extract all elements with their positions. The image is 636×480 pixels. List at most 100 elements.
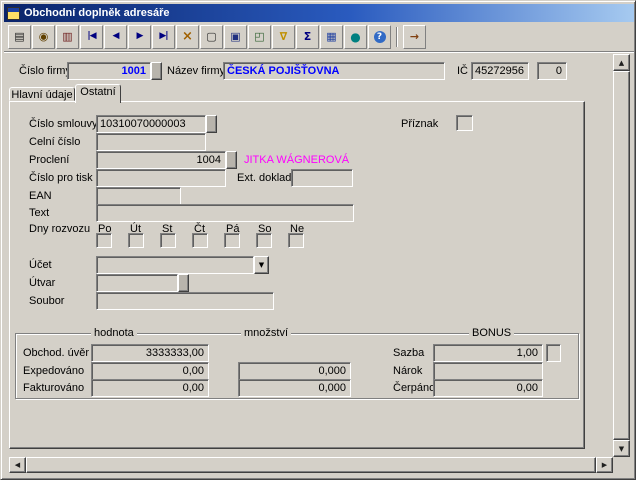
v-scroll-up-button[interactable]: ▲ bbox=[613, 54, 630, 71]
contract-number-lookup-button[interactable] bbox=[206, 115, 217, 133]
claim-label: Nárok bbox=[393, 365, 422, 377]
ic-suffix-field[interactable]: 0 bbox=[537, 62, 567, 80]
drawn-label: Čerpáno bbox=[393, 382, 435, 394]
delivery-day-checkbox-po[interactable] bbox=[96, 233, 112, 248]
file-value bbox=[97, 293, 273, 294]
arrow-right-icon: ▶ bbox=[602, 461, 607, 469]
delivery-day-checkbox-ne[interactable] bbox=[288, 233, 304, 248]
file-label: Soubor bbox=[29, 295, 64, 307]
claim-field[interactable] bbox=[433, 362, 543, 380]
h-scroll-left-button[interactable]: ◀ bbox=[9, 457, 26, 473]
tab-hlavni-udaje[interactable]: Hlavní údaje bbox=[9, 87, 75, 101]
toolbar-button-refresh[interactable]: ● bbox=[344, 25, 367, 49]
ic-field[interactable]: 45272956 bbox=[471, 62, 529, 80]
toolbar-button-help[interactable]: ? bbox=[368, 25, 391, 49]
ext-doc-field[interactable] bbox=[291, 169, 353, 187]
customs-number-field[interactable] bbox=[96, 133, 206, 151]
delivery-day-checkbox-ut[interactable] bbox=[128, 233, 144, 248]
invoiced-qty: 0,000 bbox=[239, 380, 350, 396]
invoiced-value-field[interactable]: 0,00 bbox=[91, 379, 209, 397]
refresh-icon: ● bbox=[350, 31, 360, 43]
invoiced-value: 0,00 bbox=[92, 380, 208, 396]
credit-label: Obchod. úvěr bbox=[23, 347, 89, 359]
view-icon: ◉ bbox=[39, 31, 49, 42]
toolbar-separator bbox=[396, 27, 398, 47]
company-name-value: ČESKÁ POJIŠŤOVNA bbox=[224, 63, 444, 79]
text-value bbox=[97, 205, 353, 206]
department-label: Útvar bbox=[29, 277, 55, 289]
toolbar-button-delete[interactable]: × bbox=[176, 25, 199, 49]
help-icon: ? bbox=[374, 31, 386, 43]
delivery-day-checkbox-ct[interactable] bbox=[192, 233, 208, 248]
print-number-field[interactable] bbox=[96, 169, 226, 187]
toolbar-button-next-record[interactable]: ▶ bbox=[128, 25, 151, 49]
account-dropdown-button[interactable]: ▼ bbox=[254, 256, 269, 274]
flag-checkbox[interactable] bbox=[456, 115, 473, 131]
company-name-label: Název firmy bbox=[167, 65, 225, 77]
paste-icon: ◰ bbox=[254, 31, 264, 42]
shipped-qty-field[interactable]: 0,000 bbox=[238, 362, 351, 380]
toolbar-button-sum[interactable]: Σ bbox=[296, 25, 319, 49]
tab-ostatni[interactable]: Ostatní bbox=[75, 84, 121, 103]
company-name-field[interactable]: ČESKÁ POJIŠŤOVNA bbox=[223, 62, 445, 80]
insert-icon: ▢ bbox=[206, 31, 216, 42]
customs-number-value bbox=[97, 134, 205, 135]
toolbar-button-view[interactable]: ◉ bbox=[32, 25, 55, 49]
column-header-hodnota: hodnota bbox=[91, 327, 137, 339]
exit-icon: → bbox=[410, 31, 419, 42]
shipped-value: 0,00 bbox=[92, 363, 208, 379]
text-field[interactable] bbox=[96, 204, 354, 222]
department-field[interactable] bbox=[96, 274, 178, 292]
company-number-label: Číslo firmy bbox=[19, 65, 71, 77]
shipped-value-field[interactable]: 0,00 bbox=[91, 362, 209, 380]
print-number-label: Číslo pro tisk bbox=[29, 172, 93, 184]
delete-icon: × bbox=[182, 30, 193, 43]
clearance-lookup-button[interactable] bbox=[226, 151, 237, 169]
title-bar[interactable]: Obchodní doplněk adresáře bbox=[4, 4, 634, 22]
h-scroll-right-button[interactable]: ▶ bbox=[596, 457, 613, 473]
credit-field[interactable]: 3333333,00 bbox=[91, 344, 209, 362]
ean-value bbox=[97, 188, 180, 189]
credit-value: 3333333,00 bbox=[92, 345, 208, 361]
toolbar-button-insert[interactable]: ▢ bbox=[200, 25, 223, 49]
toolbar-button-previous-record[interactable]: ◀ bbox=[104, 25, 127, 49]
claim-value bbox=[434, 363, 542, 364]
customs-number-label: Celní číslo bbox=[29, 136, 80, 148]
toolbar-button-filter[interactable]: ∇ bbox=[272, 25, 295, 49]
bonus-legend: BONUS bbox=[469, 327, 514, 339]
toolbar-button-last-record[interactable]: ▶| bbox=[152, 25, 175, 49]
file-field[interactable] bbox=[96, 292, 274, 310]
toolbar-button-paste[interactable]: ◰ bbox=[248, 25, 271, 49]
drawn-field[interactable]: 0,00 bbox=[433, 379, 543, 397]
h-scroll-thumb[interactable] bbox=[26, 457, 596, 473]
clearance-field[interactable]: 1004 bbox=[96, 151, 226, 169]
account-field[interactable] bbox=[96, 256, 254, 274]
company-number-lookup-button[interactable] bbox=[151, 62, 162, 80]
ic-label: IČ bbox=[457, 65, 468, 77]
toolbar-button-edit-card[interactable]: ▥ bbox=[56, 25, 79, 49]
last-record-icon: ▶| bbox=[159, 32, 167, 41]
toolbar: ▤ ◉ ▥ |◀ ◀ ▶ ▶| × ▢ ▣ ◰ ∇ Σ ▦ ● ? → bbox=[4, 22, 634, 51]
toolbar-button-calculator[interactable]: ▦ bbox=[320, 25, 343, 49]
toolbar-button-first-record[interactable]: |◀ bbox=[80, 25, 103, 49]
company-number-field[interactable]: 1001 bbox=[67, 62, 151, 80]
delivery-day-checkbox-st[interactable] bbox=[160, 233, 176, 248]
toolbar-button-copy[interactable]: ▣ bbox=[224, 25, 247, 49]
toolbar-button-exit[interactable]: → bbox=[403, 25, 426, 49]
ean-field[interactable] bbox=[96, 187, 181, 205]
delivery-day-checkbox-pa[interactable] bbox=[224, 233, 240, 248]
toolbar-button-list[interactable]: ▤ bbox=[8, 25, 31, 49]
contract-number-value: 10310070000003 bbox=[97, 116, 205, 132]
arrow-up-icon: ▲ bbox=[619, 59, 624, 67]
v-scroll-down-button[interactable]: ▼ bbox=[613, 440, 630, 457]
rate-field[interactable]: 1,00 bbox=[433, 344, 543, 362]
delivery-day-checkbox-so[interactable] bbox=[256, 233, 272, 248]
rate-unit-box[interactable] bbox=[546, 344, 561, 362]
v-scroll-thumb[interactable] bbox=[613, 71, 630, 440]
contract-number-field[interactable]: 10310070000003 bbox=[96, 115, 206, 133]
department-lookup-button[interactable] bbox=[178, 274, 189, 292]
tab-hlavni-udaje-label: Hlavní údaje bbox=[11, 89, 72, 101]
edit-card-icon: ▥ bbox=[62, 31, 72, 42]
invoiced-qty-field[interactable]: 0,000 bbox=[238, 379, 351, 397]
next-record-icon: ▶ bbox=[137, 32, 143, 41]
